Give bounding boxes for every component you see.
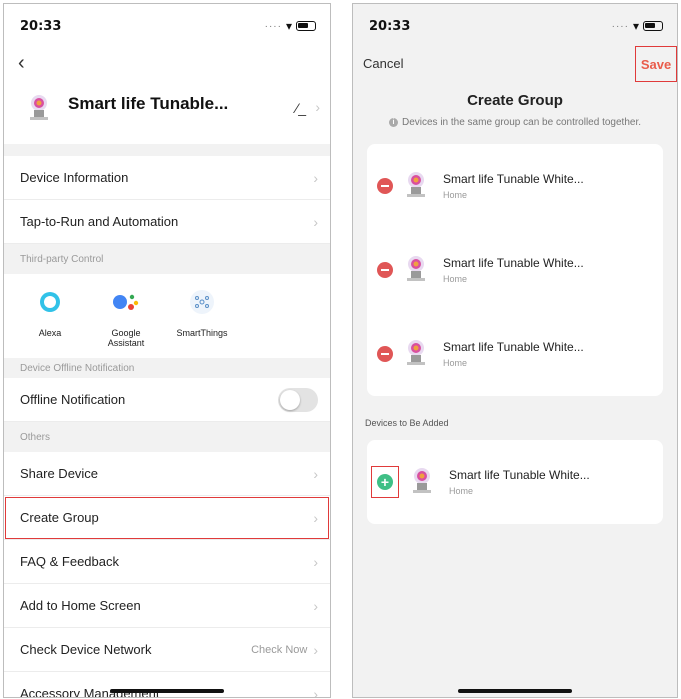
- chevron-right-icon: ›: [313, 465, 318, 482]
- device-thumbnail: [401, 335, 431, 374]
- device-name: Smart life Tunable White...: [443, 172, 584, 186]
- page-title: Create Group: [467, 92, 563, 109]
- row-label: Tap-to-Run and Automation: [20, 214, 179, 229]
- alexa-item[interactable]: Alexa: [12, 274, 88, 358]
- chevron-right-icon: ›: [313, 553, 318, 570]
- to-add-device-item: + Smart life Tunable White... Home: [367, 440, 663, 524]
- smartthings-label: SmartThings: [176, 328, 228, 338]
- group-note: i Devices in the same group can be contr…: [353, 117, 677, 128]
- add-button[interactable]: +: [371, 466, 399, 498]
- home-indicator[interactable]: [110, 689, 224, 693]
- create-group-screen: 20:33 ···· ▾ Cancel Save Create Group i …: [352, 3, 678, 698]
- device-room: Home: [443, 358, 468, 368]
- device-text: Smart life Tunable White... Home: [449, 468, 590, 496]
- device-room: Home: [443, 274, 468, 284]
- remove-icon[interactable]: [377, 262, 393, 278]
- device-thumbnail: [22, 90, 56, 129]
- row-label: Add to Home Screen: [20, 598, 141, 613]
- device-text: Smart life Tunable White... Home: [443, 172, 584, 200]
- section-others: Others: [4, 422, 330, 452]
- status-bar: 20:33 ···· ▾: [4, 4, 330, 48]
- alexa-icon: [38, 288, 62, 316]
- group-device-item: Smart life Tunable White... Home: [367, 312, 663, 396]
- row-create-group[interactable]: Create Group ›: [4, 496, 330, 540]
- to-add-devices-card: + Smart life Tunable White... Home: [367, 440, 663, 524]
- remove-icon[interactable]: [377, 178, 393, 194]
- google-assistant-icon: [111, 288, 141, 316]
- offline-notification-toggle[interactable]: [278, 387, 318, 412]
- section-offline: Device Offline Notification: [4, 358, 330, 378]
- devices-to-be-added-label: Devices to Be Added: [365, 418, 449, 428]
- chevron-right-icon: ›: [313, 213, 318, 230]
- back-button[interactable]: ‹: [18, 52, 25, 75]
- row-label: Share Device: [20, 466, 99, 481]
- device-name: Smart life Tunable White...: [449, 468, 590, 482]
- device-name: Smart life Tunable White...: [443, 256, 584, 270]
- chevron-right-icon: ›: [313, 509, 318, 526]
- status-bar: 20:33 ···· ▾: [353, 4, 677, 48]
- status-icons: ···· ▾: [265, 19, 316, 33]
- remove-icon[interactable]: [377, 346, 393, 362]
- home-indicator[interactable]: [458, 689, 572, 693]
- row-label: Check Device Network: [20, 642, 152, 657]
- status-icons: ···· ▾: [612, 19, 663, 33]
- third-party-list: Alexa Google Assistant SmartThings: [4, 274, 330, 358]
- row-label: Device Information: [20, 170, 129, 185]
- row-label: Offline Notification: [20, 392, 126, 407]
- row-label: Create Group: [20, 510, 99, 525]
- status-time: 20:33: [20, 19, 62, 34]
- section-third-party: Third-party Control: [4, 244, 330, 274]
- device-name: Smart life Tunable White...: [443, 340, 584, 354]
- group-devices-card: Smart life Tunable White... Home Smart l…: [367, 144, 663, 396]
- chevron-right-icon[interactable]: ›: [315, 99, 320, 115]
- device-title: Smart life Tunable...: [68, 94, 229, 113]
- row-device-information[interactable]: Device Information ›: [4, 156, 330, 200]
- row-check-network[interactable]: Check Device Network Check Now ›: [4, 628, 330, 672]
- alexa-label: Alexa: [38, 328, 62, 338]
- group-device-item: Smart life Tunable White... Home: [367, 228, 663, 312]
- wifi-icon: ▾: [632, 19, 639, 33]
- google-assistant-label: Google Assistant: [107, 328, 145, 348]
- chevron-right-icon: ›: [313, 169, 318, 186]
- chevron-right-icon: ›: [313, 641, 318, 658]
- chevron-right-icon: ›: [313, 685, 318, 698]
- device-thumbnail: [401, 167, 431, 206]
- wifi-icon: ▾: [285, 19, 292, 33]
- device-header: ‹ Smart life Tunable... ⁄​_ ›: [4, 48, 330, 144]
- status-time: 20:33: [369, 19, 411, 34]
- device-room: Home: [443, 190, 468, 200]
- row-right: Check Now ›: [251, 642, 318, 658]
- device-room: Home: [449, 486, 474, 496]
- info-icon: i: [388, 118, 398, 127]
- add-icon: +: [377, 474, 393, 490]
- row-faq-feedback[interactable]: FAQ & Feedback ›: [4, 540, 330, 584]
- smartthings-item[interactable]: SmartThings: [164, 274, 240, 358]
- chevron-right-icon: ›: [313, 597, 318, 614]
- edit-pencil-icon[interactable]: ⁄​_: [296, 100, 306, 116]
- device-thumbnail: [407, 463, 437, 502]
- signal-icon: ····: [611, 20, 629, 32]
- device-text: Smart life Tunable White... Home: [443, 340, 584, 368]
- signal-icon: ····: [264, 20, 282, 32]
- battery-icon: [643, 21, 663, 31]
- row-offline-notification: Offline Notification: [4, 378, 330, 422]
- note-text: Devices in the same group can be control…: [401, 117, 642, 128]
- row-add-to-home-screen[interactable]: Add to Home Screen ›: [4, 584, 330, 628]
- group-device-item: Smart life Tunable White... Home: [367, 144, 663, 228]
- row-tap-to-run[interactable]: Tap-to-Run and Automation ›: [4, 200, 330, 244]
- nav-bar: Cancel Save: [353, 46, 677, 82]
- device-thumbnail: [401, 251, 431, 290]
- device-text: Smart life Tunable White... Home: [443, 256, 584, 284]
- cancel-button[interactable]: Cancel: [363, 56, 403, 71]
- row-share-device[interactable]: Share Device ›: [4, 452, 330, 496]
- check-now-hint: Check Now: [251, 643, 308, 656]
- row-label: FAQ & Feedback: [20, 554, 119, 569]
- save-button[interactable]: Save: [635, 46, 677, 82]
- device-settings-screen: 20:33 ···· ▾ ‹ Smart life Tunable... ⁄​_…: [3, 3, 331, 698]
- row-accessory-management[interactable]: Accessory Management ›: [4, 672, 330, 698]
- google-assistant-item[interactable]: Google Assistant: [88, 274, 164, 358]
- battery-icon: [296, 21, 316, 31]
- smartthings-icon: [189, 288, 215, 316]
